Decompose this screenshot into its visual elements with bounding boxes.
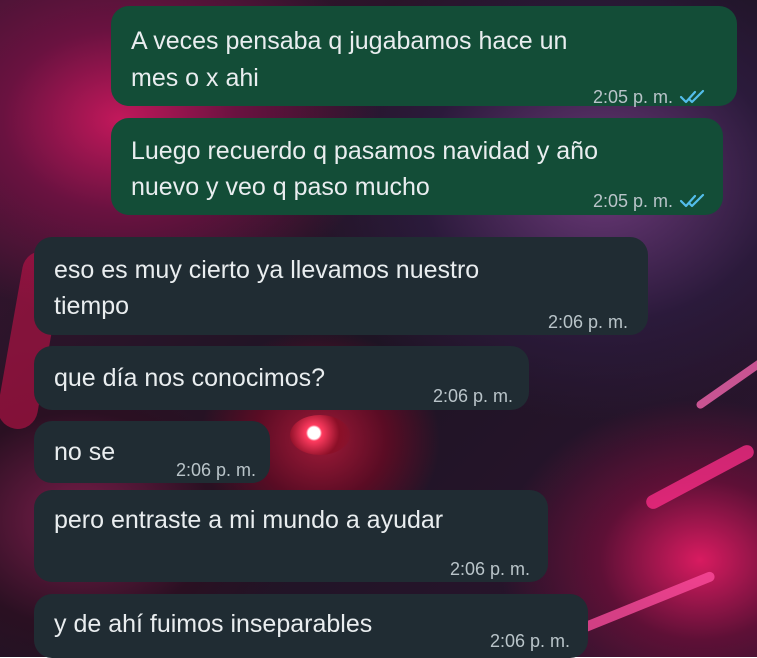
message-bubble-outgoing[interactable]: Luego recuerdo q pasamos navidad y año n… xyxy=(111,118,723,215)
wallpaper-streak xyxy=(643,442,757,512)
message-meta: 2:05 p. m. xyxy=(593,80,709,114)
message-time: 2:06 p. m. xyxy=(489,631,570,651)
message-text: Luego recuerdo q pasamos navidad y año xyxy=(131,137,598,165)
message-time: 2:05 p. m. xyxy=(592,87,673,107)
wallpaper-streak xyxy=(694,357,757,411)
message-text: A veces pensaba q jugabamos hace un xyxy=(131,27,568,55)
message-text: no se xyxy=(54,438,116,466)
message-bubble-incoming[interactable]: eso es muy cierto ya llevamos nuestro ti… xyxy=(34,237,648,335)
message-bubble-incoming[interactable]: pero entraste a mi mundo a ayudar 2:06 p… xyxy=(34,490,548,582)
message-text: y de ahí fuimos inseparables xyxy=(54,610,373,638)
message-text: nuevo y veo q paso mucho xyxy=(131,173,430,201)
message-time: 2:06 p. m. xyxy=(547,312,628,332)
message-bubble-incoming[interactable]: y de ahí fuimos inseparables 2:06 p. m. xyxy=(34,594,588,658)
double-check-icon xyxy=(679,193,705,208)
message-time: 2:06 p. m. xyxy=(432,386,513,406)
wallpaper-eye xyxy=(290,415,350,455)
message-bubble-incoming[interactable]: no se 2:06 p. m. xyxy=(34,421,270,483)
message-meta: 2:06 p. m. xyxy=(433,379,513,413)
message-time: 2:05 p. m. xyxy=(592,191,673,211)
message-time: 2:06 p. m. xyxy=(175,460,256,480)
message-bubble-outgoing[interactable]: A veces pensaba q jugabamos hace un mes … xyxy=(111,6,737,107)
message-meta: 2:06 p. m. xyxy=(490,624,570,658)
double-check-icon xyxy=(679,89,705,104)
message-text: que día nos conocimos? xyxy=(54,364,326,392)
message-text: mes o x ahi xyxy=(131,64,259,92)
message-meta: 2:06 p. m. xyxy=(548,305,628,339)
message-meta: 2:06 p. m. xyxy=(176,453,256,487)
message-time: 2:06 p. m. xyxy=(449,559,530,579)
message-meta: 2:05 p. m. xyxy=(593,184,709,218)
message-bubble-incoming[interactable]: que día nos conocimos? 2:06 p. m. xyxy=(34,346,529,410)
message-meta: 2:06 p. m. xyxy=(450,552,530,586)
message-text: pero entraste a mi mundo a ayudar xyxy=(54,506,444,534)
message-text: tiempo xyxy=(54,292,130,320)
message-text: eso es muy cierto ya llevamos nuestro xyxy=(54,256,480,284)
